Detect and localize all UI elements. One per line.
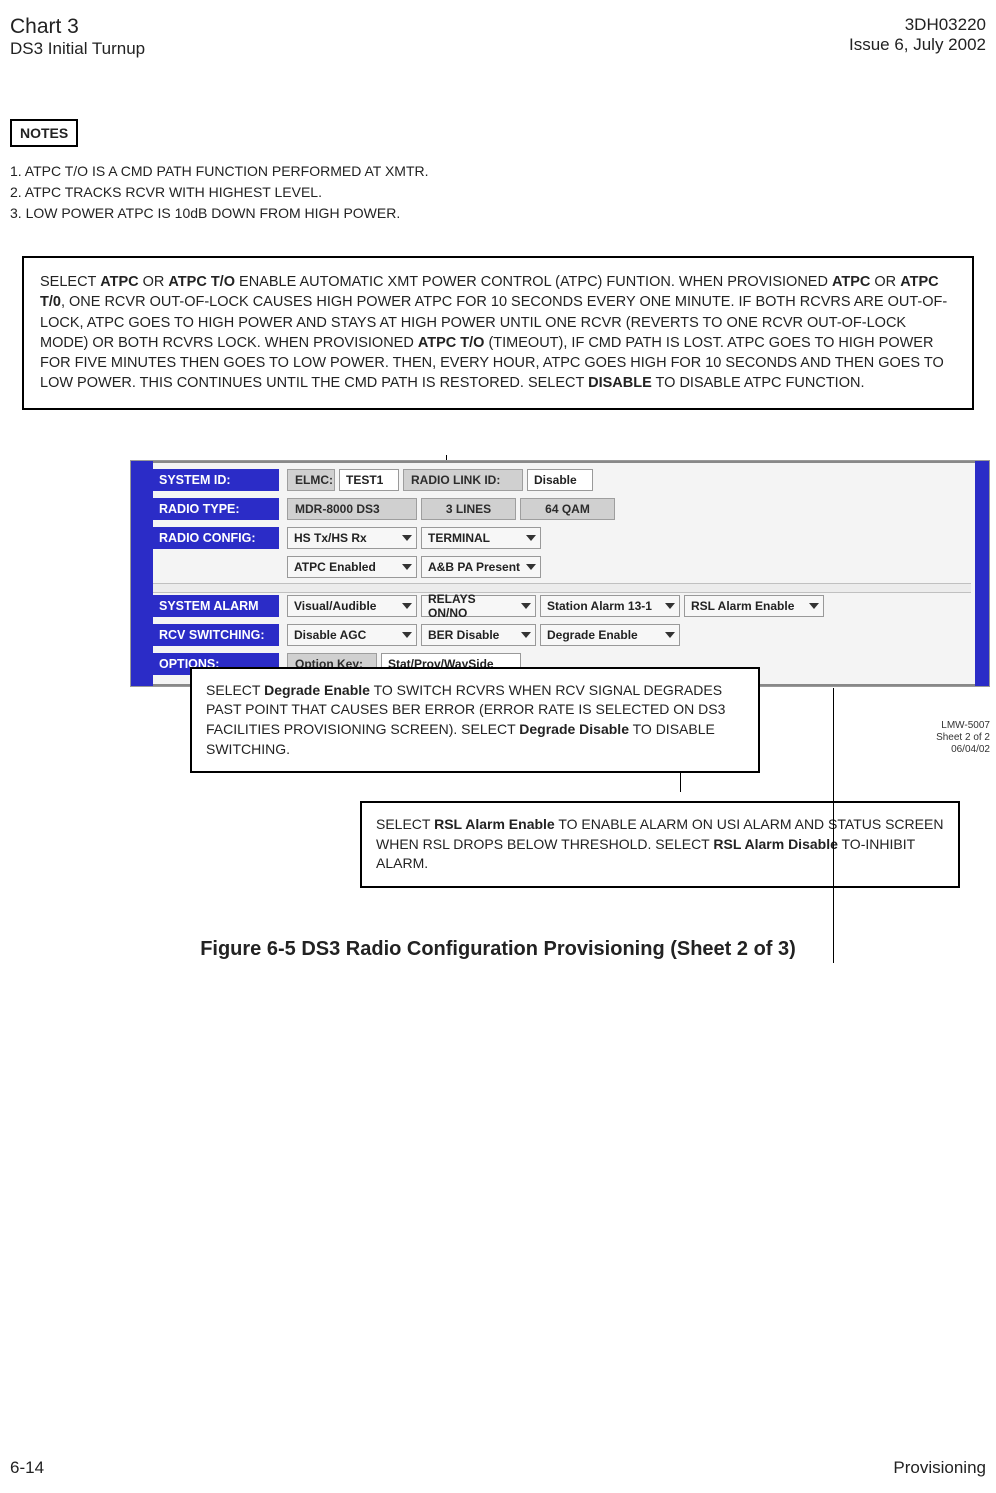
panel-left-bar bbox=[131, 461, 153, 686]
degrade-enable-select[interactable]: Degrade Enable bbox=[540, 624, 680, 646]
leader-line bbox=[833, 688, 834, 963]
elmc-label: ELMC: bbox=[287, 469, 335, 491]
row-radio-type: RADIO TYPE: MDR-8000 DS3 3 LINES 64 QAM bbox=[153, 496, 971, 522]
chevron-down-icon bbox=[665, 603, 675, 609]
footer-label: Provisioning bbox=[893, 1458, 986, 1478]
visual-audible-select[interactable]: Visual/Audible bbox=[287, 595, 417, 617]
chevron-down-icon bbox=[526, 535, 536, 541]
note-line: 2. ATPC TRACKS RCVR WITH HIGHEST LEVEL. bbox=[10, 182, 986, 203]
row-system-id: SYSTEM ID: ELMC: TEST1 RADIO LINK ID: Di… bbox=[153, 467, 971, 493]
chevron-down-icon bbox=[402, 535, 412, 541]
chevron-down-icon bbox=[526, 564, 536, 570]
note-line: 1. ATPC T/O IS A CMD PATH FUNCTION PERFO… bbox=[10, 161, 986, 182]
atpc-enabled-select[interactable]: ATPC Enabled bbox=[287, 556, 417, 578]
radio-type-mod: 64 QAM bbox=[520, 498, 615, 520]
rcv-switching-label: RCV SWITCHING: bbox=[153, 624, 279, 646]
row-rcv-switching: RCV SWITCHING: Disable AGC BER Disable D… bbox=[153, 622, 971, 648]
page-footer: 6-14 Provisioning bbox=[10, 1458, 986, 1478]
row-radio-config-2: ATPC Enabled A&B PA Present bbox=[153, 554, 971, 580]
chevron-down-icon bbox=[521, 632, 531, 638]
chart-subtitle: DS3 Initial Turnup bbox=[10, 39, 145, 59]
radio-config-txrx-select[interactable]: HS Tx/HS Rx bbox=[287, 527, 417, 549]
row-system-alarm: SYSTEM ALARM Visual/Audible RELAYS ON/NO… bbox=[153, 593, 971, 619]
notes-label: NOTES bbox=[10, 119, 78, 147]
pa-present-select[interactable]: A&B PA Present bbox=[421, 556, 541, 578]
document-number: 3DH03220 bbox=[849, 15, 986, 35]
system-alarm-label: SYSTEM ALARM bbox=[153, 595, 279, 617]
relays-select[interactable]: RELAYS ON/NO bbox=[421, 595, 536, 617]
panel-right-bar bbox=[975, 461, 989, 686]
radio-link-id-label: RADIO LINK ID: bbox=[403, 469, 523, 491]
station-alarm-select[interactable]: Station Alarm 13-1 bbox=[540, 595, 680, 617]
radio-config-terminal-select[interactable]: TERMINAL bbox=[421, 527, 541, 549]
degrade-callout: SELECT Degrade Enable TO SWITCH RCVRS WH… bbox=[190, 667, 760, 773]
elmc-value[interactable]: TEST1 bbox=[339, 469, 399, 491]
config-panel: SYSTEM ID: ELMC: TEST1 RADIO LINK ID: Di… bbox=[130, 460, 990, 687]
page-header: Chart 3 DS3 Initial Turnup 3DH03220 Issu… bbox=[10, 15, 986, 59]
chevron-down-icon bbox=[809, 603, 819, 609]
radio-type-label: RADIO TYPE: bbox=[153, 498, 279, 520]
radio-config-label: RADIO CONFIG: bbox=[153, 527, 279, 549]
ber-disable-select[interactable]: BER Disable bbox=[421, 624, 536, 646]
radio-type-lines: 3 LINES bbox=[421, 498, 516, 520]
chevron-down-icon bbox=[665, 632, 675, 638]
chevron-down-icon bbox=[402, 564, 412, 570]
notes-list: 1. ATPC T/O IS A CMD PATH FUNCTION PERFO… bbox=[10, 161, 986, 224]
row-radio-config: RADIO CONFIG: HS Tx/HS Rx TERMINAL bbox=[153, 525, 971, 551]
figure-title: Figure 6-5 DS3 Radio Configuration Provi… bbox=[10, 938, 986, 961]
chevron-down-icon bbox=[402, 603, 412, 609]
note-line: 3. LOW POWER ATPC IS 10dB DOWN FROM HIGH… bbox=[10, 203, 986, 224]
chart-title: Chart 3 bbox=[10, 15, 145, 39]
chevron-down-icon bbox=[402, 632, 412, 638]
rsl-alarm-select[interactable]: RSL Alarm Enable bbox=[684, 595, 824, 617]
atpc-callout: SELECT ATPC OR ATPC T/O ENABLE AUTOMATIC… bbox=[22, 256, 974, 410]
page-number: 6-14 bbox=[10, 1458, 44, 1478]
chevron-down-icon bbox=[521, 603, 531, 609]
disable-agc-select[interactable]: Disable AGC bbox=[287, 624, 417, 646]
radio-link-id-value[interactable]: Disable bbox=[527, 469, 593, 491]
drawing-stamp: LMW-5007 Sheet 2 of 2 06/04/02 bbox=[936, 720, 990, 756]
radio-type-model: MDR-8000 DS3 bbox=[287, 498, 417, 520]
issue-date: Issue 6, July 2002 bbox=[849, 35, 986, 55]
system-id-label: SYSTEM ID: bbox=[153, 469, 279, 491]
rsl-callout: SELECT RSL Alarm Enable TO ENABLE ALARM … bbox=[360, 801, 960, 888]
